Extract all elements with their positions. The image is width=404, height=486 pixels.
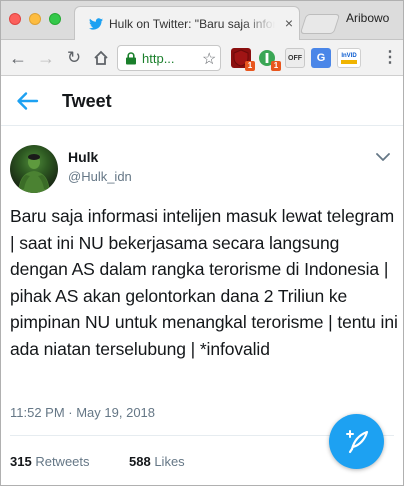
maximize-window-button[interactable] xyxy=(49,13,61,25)
tweet-timestamp[interactable]: 11:52 PM · May 19, 2018 xyxy=(10,405,155,420)
minimize-window-button[interactable] xyxy=(29,13,41,25)
ghostery-icon[interactable]: 1 xyxy=(257,48,281,71)
tab-title: Hulk on Twitter: "Baru saja informasi in… xyxy=(109,17,275,31)
browser-tab-active[interactable]: Hulk on Twitter: "Baru saja informasi in… xyxy=(74,6,300,40)
translate-icon-label: G xyxy=(316,52,326,64)
likes-label: Likes xyxy=(154,454,185,469)
ublock-badge: 1 xyxy=(245,61,255,71)
likes-stat[interactable]: 588 Likes xyxy=(129,454,185,469)
address-bar[interactable]: http... ☆ xyxy=(117,45,221,71)
likes-count: 588 xyxy=(129,454,151,469)
pdf-icon-label: OFF xyxy=(288,55,302,62)
tweet-text: Baru saja informasi intelijen masuk lewa… xyxy=(10,206,398,359)
browser-toolbar: ← → ↻ http... ☆ 1 1 OFF G InVID ⋮ xyxy=(0,40,404,76)
compose-tweet-button[interactable] xyxy=(329,414,384,469)
profile-name[interactable]: Aribowo xyxy=(346,11,389,25)
lock-icon xyxy=(126,52,136,65)
url-text: http... xyxy=(142,51,175,66)
chevron-down-icon[interactable] xyxy=(374,150,392,164)
tab-close-icon[interactable]: × xyxy=(281,15,297,31)
page-title: Tweet xyxy=(62,91,112,111)
new-tab-button[interactable] xyxy=(299,14,341,34)
translate-icon[interactable]: G xyxy=(311,48,331,68)
compose-feather-icon xyxy=(346,430,369,454)
hulk-figure-icon xyxy=(18,154,50,193)
retweets-stat[interactable]: 315 Retweets xyxy=(10,454,90,469)
author-name[interactable]: Hulk xyxy=(68,149,98,165)
tweet-page-header: Tweet xyxy=(0,77,404,126)
retweets-count: 315 xyxy=(10,454,32,469)
twitter-bird-icon xyxy=(89,18,103,30)
pdf-icon[interactable]: OFF xyxy=(285,48,305,68)
invid-icon[interactable]: InVID xyxy=(337,48,361,68)
browser-menu-icon[interactable]: ⋮ xyxy=(382,48,398,68)
back-arrow-icon[interactable]: ← xyxy=(8,48,28,68)
ublock-icon[interactable]: 1 xyxy=(231,48,255,71)
tweet-author-row: Hulk @Hulk_idn xyxy=(0,140,404,196)
reload-icon[interactable]: ↻ xyxy=(64,48,84,68)
close-window-button[interactable] xyxy=(9,13,21,25)
back-arrow-icon[interactable] xyxy=(14,89,40,113)
browser-tab-strip: Hulk on Twitter: "Baru saja informasi in… xyxy=(0,0,404,40)
retweets-label: Retweets xyxy=(35,454,90,469)
ghostery-badge: 1 xyxy=(271,61,281,71)
forward-arrow-icon[interactable]: → xyxy=(36,48,56,68)
avatar[interactable] xyxy=(10,145,58,193)
author-handle[interactable]: @Hulk_idn xyxy=(68,169,132,184)
home-icon[interactable] xyxy=(91,48,111,68)
bookmark-star-icon[interactable]: ☆ xyxy=(202,49,216,69)
